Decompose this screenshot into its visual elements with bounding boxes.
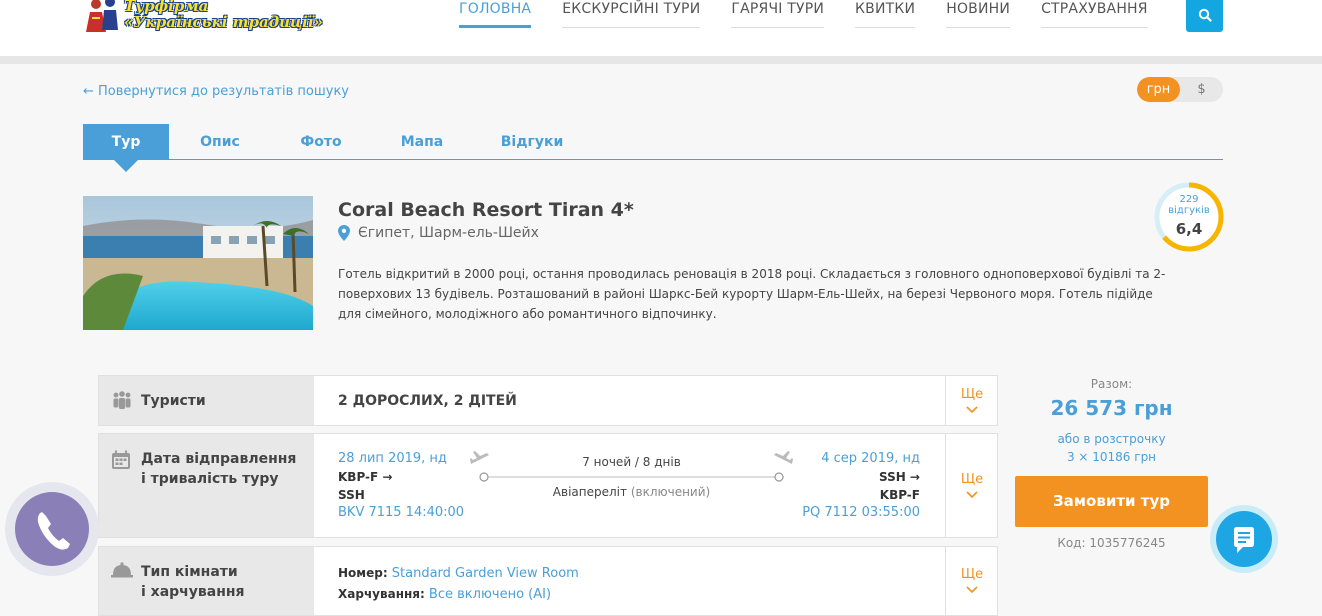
flight-type: Авіапереліт (включений) bbox=[552, 485, 711, 499]
return-route-from: SSH → bbox=[878, 470, 920, 484]
phone-icon bbox=[5, 482, 99, 576]
dancers-logo-icon bbox=[86, 0, 118, 32]
reviews-count: 229 відгуків bbox=[1168, 194, 1210, 216]
main-nav: ГОЛОВНА ЕКСКУРСІЙНІ ТУРИ ГАРЯЧІ ТУРИ КВИ… bbox=[459, 0, 1179, 28]
search-icon bbox=[1198, 8, 1212, 22]
call-button[interactable] bbox=[4, 474, 99, 584]
tour-duration: 7 ночей / 8 днів bbox=[582, 455, 681, 469]
flight-timeline: 7 ночей / 8 днів Авіапереліт (включений) bbox=[470, 450, 793, 499]
tab-map[interactable]: Мапа bbox=[371, 124, 473, 160]
plane-landing-icon bbox=[774, 451, 793, 464]
tourists-label: Туристи bbox=[141, 393, 206, 409]
meal-type-link[interactable]: Все включено (AI) bbox=[429, 587, 551, 602]
back-to-results-link[interactable]: ← Повернутися до результатів пошуку bbox=[83, 84, 349, 99]
currency-switch: грн $ bbox=[1137, 77, 1223, 102]
tab-photo[interactable]: Фото bbox=[271, 124, 371, 160]
rating-ring bbox=[1154, 182, 1224, 252]
room-info: Номер: Standard Garden View Room Харчува… bbox=[338, 566, 579, 602]
header-divider bbox=[0, 56, 1322, 64]
departure-more-button[interactable]: Ще bbox=[945, 434, 997, 537]
chevron-down-icon bbox=[966, 406, 978, 414]
departure-row: Дата відправлення і тривалість туру 28 л… bbox=[98, 433, 998, 538]
total-price: 26 573 грн bbox=[1050, 396, 1173, 420]
tab-tour[interactable]: Тур bbox=[83, 124, 169, 172]
installment-value: 3 × 10186 грн bbox=[1066, 450, 1157, 464]
outbound-route-to: SSH bbox=[338, 488, 365, 502]
hotel-name: Coral Beach Resort Tiran 4* bbox=[338, 199, 634, 221]
installment-link[interactable]: або в розстрочку bbox=[1015, 430, 1208, 448]
nav-item-news[interactable]: НОВИНИ bbox=[946, 0, 1011, 28]
currency-uah[interactable]: грн bbox=[1137, 77, 1180, 102]
nav-item-home[interactable]: ГОЛОВНА bbox=[459, 0, 532, 28]
hotel-location: Єгипет, Шарм-ель-Шейх bbox=[338, 225, 539, 241]
nav-item-excursion-tours[interactable]: ЕКСКУРСІЙНІ ТУРИ bbox=[562, 0, 701, 28]
return-date[interactable]: 4 сер 2019, нд bbox=[802, 450, 920, 468]
room-label-cell: Тип кімнати і харчування bbox=[99, 547, 314, 615]
map-pin-icon bbox=[338, 225, 350, 241]
nav-item-hot-tours[interactable]: ГАРЯЧІ ТУРИ bbox=[731, 0, 825, 28]
outbound-flight-number: BKV 7115 14:40:00 bbox=[338, 505, 465, 520]
room-more-button[interactable]: Ще bbox=[945, 547, 997, 615]
chat-icon bbox=[1210, 505, 1278, 573]
departure-label-cell: Дата відправлення і тривалість туру bbox=[99, 434, 314, 537]
chevron-down-icon bbox=[966, 586, 978, 594]
chat-button[interactable] bbox=[1208, 503, 1280, 575]
departure-label: Дата відправлення і тривалість туру bbox=[141, 451, 297, 487]
room-label: Тип кімнати і харчування bbox=[141, 564, 245, 600]
rating-score: 6,4 bbox=[1175, 220, 1203, 238]
top-bar: Турфірма «Українські традиції» ГОЛОВНА Е… bbox=[0, 0, 1322, 56]
plane-takeoff-icon bbox=[470, 451, 489, 464]
room-service-bell-icon bbox=[111, 562, 133, 578]
tourists-row: Туристи 2 ДОРОСЛИХ, 2 ДІТЕЙ Ще bbox=[98, 375, 998, 426]
more-label: Ще bbox=[960, 472, 984, 487]
outbound-flight: 28 лип 2019, нд KBP-F → SSH BKV 7115 14:… bbox=[338, 450, 464, 522]
outbound-date[interactable]: 28 лип 2019, нд bbox=[338, 450, 464, 468]
hotel-photo-image bbox=[83, 196, 313, 330]
tourists-label-cell: Туристи bbox=[99, 376, 314, 425]
tour-tabs: Тур Опис Фото Мапа Відгуки bbox=[83, 124, 1223, 172]
currency-usd[interactable]: $ bbox=[1180, 77, 1223, 102]
more-label: Ще bbox=[960, 387, 984, 402]
logo[interactable]: Турфірма «Українські традиції» bbox=[84, 0, 323, 34]
hotel-description: Готель відкритий в 2000 році, остання пр… bbox=[338, 267, 1166, 321]
tourists-more-button[interactable]: Ще bbox=[945, 376, 997, 425]
outbound-route-from: KBP-F → bbox=[338, 470, 393, 484]
return-route-to: KBP-F bbox=[879, 488, 920, 502]
room-type-link[interactable]: Standard Garden View Room bbox=[392, 566, 579, 581]
tour-code: Код: 1035776245 bbox=[1057, 536, 1166, 550]
room-row: Тип кімнати і харчування Номер: Standard… bbox=[98, 546, 998, 616]
rating-badge[interactable]: 229 відгуків 6,4 bbox=[1154, 182, 1224, 252]
return-flight: 4 сер 2019, нд SSH → KBP-F PQ 7112 03:55… bbox=[802, 450, 920, 522]
return-flight-number: PQ 7112 03:55:00 bbox=[802, 505, 920, 520]
hotel-location-text: Єгипет, Шарм-ель-Шейх bbox=[358, 225, 539, 241]
hotel-photo[interactable] bbox=[83, 196, 313, 330]
more-label: Ще bbox=[960, 567, 984, 582]
nav-item-tickets[interactable]: КВИТКИ bbox=[855, 0, 916, 28]
search-button[interactable] bbox=[1186, 0, 1223, 32]
logo-text: Турфірма «Українські традиції» bbox=[124, 0, 323, 31]
chevron-down-icon bbox=[966, 491, 978, 499]
price-summary: Разом: 26 573 грн або в розстрочку 3 × 1… bbox=[1015, 374, 1208, 466]
calendar-icon bbox=[112, 450, 130, 469]
timeline-line bbox=[479, 472, 784, 482]
order-tour-button[interactable]: Замовити тур bbox=[1015, 476, 1208, 527]
tab-description[interactable]: Опис bbox=[169, 124, 271, 160]
total-label: Разом: bbox=[1090, 377, 1133, 391]
tab-reviews[interactable]: Відгуки bbox=[473, 124, 591, 160]
people-icon bbox=[113, 391, 131, 409]
nav-item-insurance[interactable]: СТРАХУВАННЯ bbox=[1041, 0, 1148, 28]
tourists-value: 2 ДОРОСЛИХ, 2 ДІТЕЙ bbox=[338, 393, 517, 409]
